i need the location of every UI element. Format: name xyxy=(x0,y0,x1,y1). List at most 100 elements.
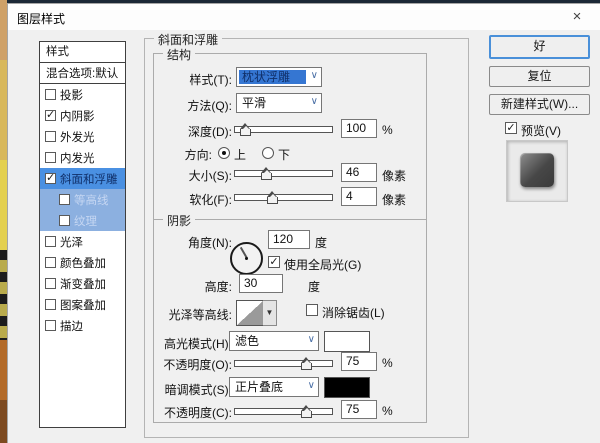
chevron-down-icon: ∨ xyxy=(308,380,315,391)
highlight-mode-value: 滤色 xyxy=(232,334,303,348)
method-dropdown[interactable]: 平滑 ∨ xyxy=(236,93,322,113)
sidebar-item-label: 内阴影 xyxy=(60,108,95,124)
sidebar-item-color-overlay[interactable]: 颜色叠加 xyxy=(40,252,125,273)
angle-dial[interactable] xyxy=(230,242,263,275)
preview-label: 预览(V) xyxy=(521,122,561,139)
checkbox[interactable] xyxy=(45,89,56,100)
highlight-mode-dropdown[interactable]: 滤色 ∨ xyxy=(229,331,319,351)
highlight-opacity-unit: % xyxy=(382,356,393,370)
checkbox[interactable] xyxy=(45,236,56,247)
checkbox[interactable] xyxy=(59,194,70,205)
highlight-color-swatch[interactable] xyxy=(324,331,370,352)
close-icon[interactable]: × xyxy=(561,6,593,28)
soften-slider[interactable] xyxy=(234,194,333,201)
soften-unit: 像素 xyxy=(382,191,406,208)
ok-button[interactable]: 好 xyxy=(489,35,590,59)
style-preview-thumbnail xyxy=(506,140,568,202)
sidebar-item-label: 内发光 xyxy=(60,150,95,166)
direction-down-label: 下 xyxy=(278,146,290,163)
depth-label: 深度(D): xyxy=(148,123,232,140)
checkbox[interactable] xyxy=(45,320,56,331)
checkbox[interactable] xyxy=(45,257,56,268)
angle-input[interactable]: 120 xyxy=(268,230,310,249)
shadow-color-swatch[interactable] xyxy=(324,377,370,398)
shadow-opacity-slider[interactable] xyxy=(234,408,333,415)
sidebar-item-label: 颜色叠加 xyxy=(60,255,106,271)
soften-slider-thumb[interactable] xyxy=(267,197,278,204)
background-image-strip xyxy=(0,0,7,443)
shadow-mode-label: 暗调模式(S): xyxy=(148,381,232,398)
checkbox[interactable] xyxy=(45,152,56,163)
new-style-button[interactable]: 新建样式(W)... xyxy=(489,94,590,115)
sidebar-item-bevel-emboss[interactable]: ✓ 斜面和浮雕 xyxy=(40,168,125,189)
sidebar-item-label: 等高线 xyxy=(74,192,109,208)
sidebar-item-inner-shadow[interactable]: ✓ 内阴影 xyxy=(40,105,125,126)
altitude-label: 高度: xyxy=(148,278,232,295)
direction-up-label: 上 xyxy=(234,146,246,163)
sidebar-item-drop-shadow[interactable]: 投影 xyxy=(40,84,125,105)
sidebar-item-inner-glow[interactable]: 内发光 xyxy=(40,147,125,168)
sidebar-item-gradient-overlay[interactable]: 渐变叠加 xyxy=(40,273,125,294)
highlight-opacity-slider[interactable] xyxy=(234,360,333,367)
antialias-checkbox[interactable] xyxy=(306,304,318,316)
depth-slider[interactable] xyxy=(234,126,333,133)
checkbox[interactable] xyxy=(59,215,70,226)
sidebar-item-label: 渐变叠加 xyxy=(60,276,106,292)
size-input[interactable]: 46 xyxy=(341,163,377,182)
sidebar-item-contour[interactable]: 等高线 xyxy=(40,189,125,210)
highlight-opacity-input[interactable]: 75 xyxy=(341,352,377,371)
sidebar-item-label: 斜面和浮雕 xyxy=(60,171,118,187)
size-label: 大小(S): xyxy=(148,167,232,184)
sidebar-item-label: 描边 xyxy=(60,318,83,334)
angle-unit: 度 xyxy=(315,234,327,251)
gloss-contour-arrow[interactable]: ▼ xyxy=(263,300,277,326)
checkbox[interactable] xyxy=(45,278,56,289)
style-dropdown[interactable]: 枕状浮雕 ∨ xyxy=(236,67,322,87)
shadow-mode-dropdown[interactable]: 正片叠底 ∨ xyxy=(229,377,319,397)
sidebar-item-satin[interactable]: 光泽 xyxy=(40,231,125,252)
preview-emboss-square xyxy=(520,153,554,187)
method-label: 方法(Q): xyxy=(148,97,232,114)
preview-checkbox[interactable]: ✓ xyxy=(505,122,517,134)
depth-input[interactable]: 100 xyxy=(341,119,377,138)
altitude-input[interactable]: 30 xyxy=(239,274,283,293)
angle-dial-center xyxy=(245,257,248,260)
altitude-unit: 度 xyxy=(308,278,320,295)
sidebar-item-label: 图案叠加 xyxy=(60,297,106,313)
style-list: 样式 混合选项:默认 投影 ✓ 内阴影 外发光 内发光 ✓ 斜面和浮雕 等高线 xyxy=(39,41,126,428)
depth-slider-thumb[interactable] xyxy=(240,129,251,136)
gloss-contour-thumbnail[interactable] xyxy=(236,300,264,326)
shadow-opacity-label: 不透明度(C): xyxy=(148,404,232,421)
checkbox[interactable] xyxy=(45,131,56,142)
sidebar-item-label: 光泽 xyxy=(60,234,83,250)
structure-legend: 结构 xyxy=(163,46,195,63)
sidebar-item-stroke[interactable]: 描边 xyxy=(40,315,125,336)
title-bar: 图层样式 × xyxy=(8,4,600,30)
style-dropdown-value: 枕状浮雕 xyxy=(239,70,306,84)
size-unit: 像素 xyxy=(382,167,406,184)
highlight-opacity-thumb[interactable] xyxy=(301,363,312,370)
size-slider[interactable] xyxy=(234,170,333,177)
chevron-down-icon: ∨ xyxy=(308,334,315,345)
reset-button[interactable]: 复位 xyxy=(489,66,590,87)
shading-legend: 阴影 xyxy=(163,212,195,229)
shadow-opacity-thumb[interactable] xyxy=(301,411,312,418)
sidebar-item-pattern-overlay[interactable]: 图案叠加 xyxy=(40,294,125,315)
checkbox[interactable]: ✓ xyxy=(45,110,56,121)
sidebar-item-label: 纹理 xyxy=(74,213,97,229)
antialias-label: 消除锯齿(L) xyxy=(322,304,385,321)
soften-input[interactable]: 4 xyxy=(341,187,377,206)
checkbox[interactable]: ✓ xyxy=(45,173,56,184)
size-slider-thumb[interactable] xyxy=(261,173,272,180)
sidebar-item-blending-options[interactable]: 混合选项:默认 xyxy=(40,63,125,84)
direction-down-radio[interactable] xyxy=(262,147,274,159)
style-list-header: 样式 xyxy=(40,42,125,63)
direction-up-radio[interactable] xyxy=(218,147,230,159)
global-light-checkbox[interactable]: ✓ xyxy=(268,256,280,268)
sidebar-item-label: 混合选项:默认 xyxy=(46,65,118,81)
shadow-opacity-input[interactable]: 75 xyxy=(341,400,377,419)
chevron-down-icon: ∨ xyxy=(311,96,318,107)
sidebar-item-texture[interactable]: 纹理 xyxy=(40,210,125,231)
sidebar-item-outer-glow[interactable]: 外发光 xyxy=(40,126,125,147)
checkbox[interactable] xyxy=(45,299,56,310)
